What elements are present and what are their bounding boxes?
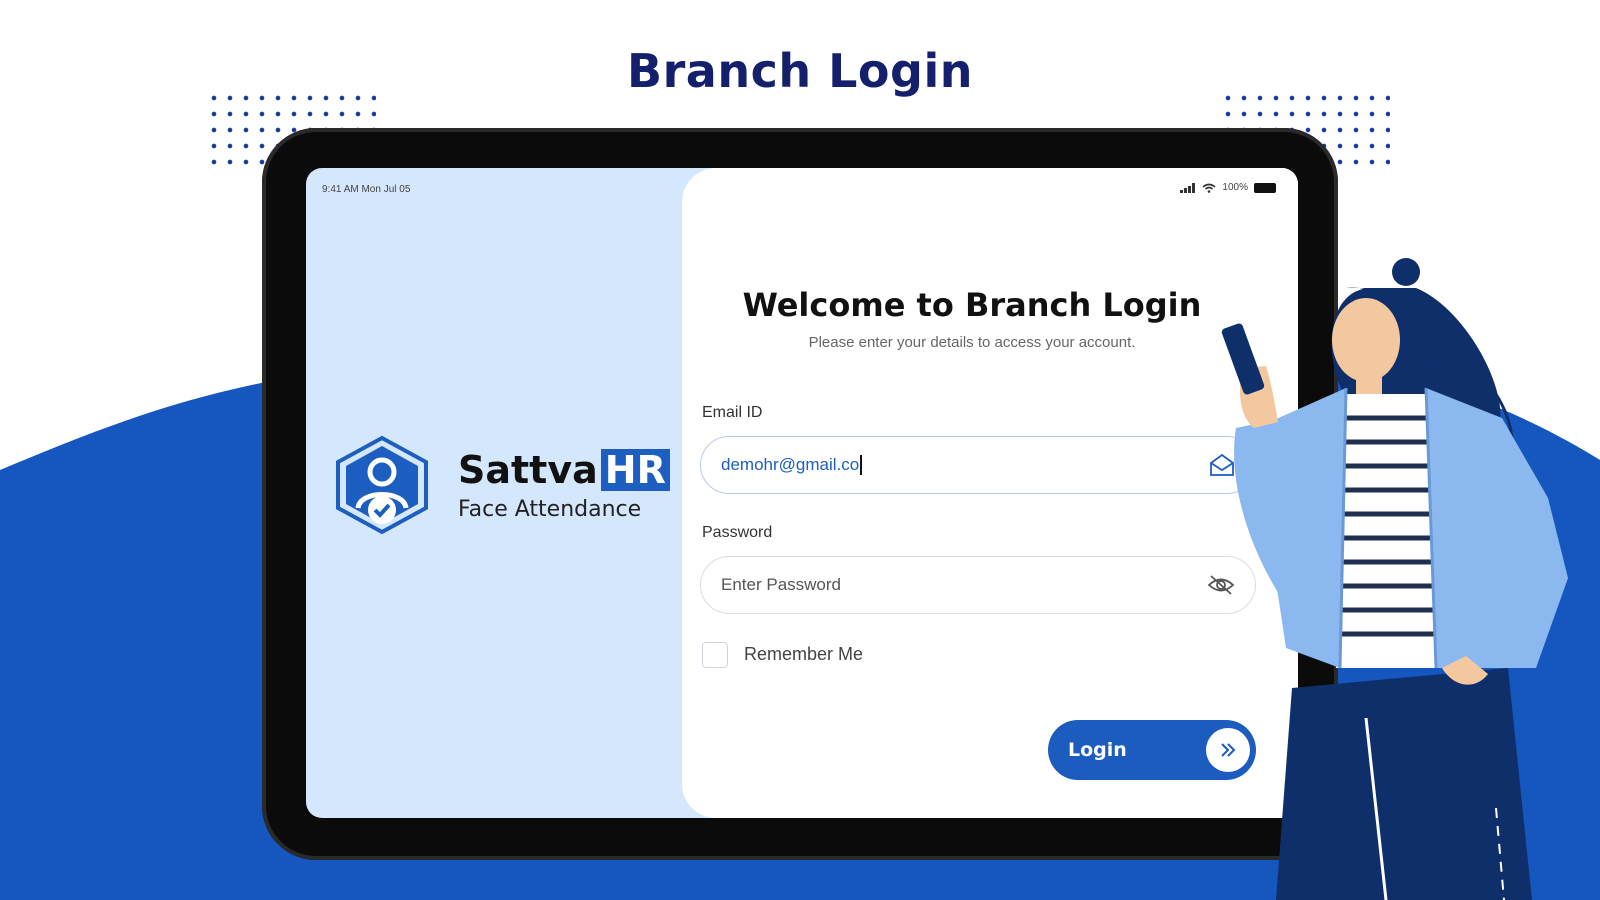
password-placeholder: Enter Password xyxy=(721,575,841,594)
email-label: Email ID xyxy=(702,404,763,421)
login-subtitle: Please enter your details to access your… xyxy=(808,334,1136,351)
cellular-signal-icon xyxy=(1180,182,1196,193)
password-label: Password xyxy=(702,524,773,541)
brand-name: Sattva xyxy=(458,447,598,492)
email-value: demohr@gmail.co xyxy=(721,454,860,474)
face-attendance-logo-icon xyxy=(336,435,428,535)
woman-illustration xyxy=(1221,258,1568,900)
battery-percent: 100% xyxy=(1222,182,1248,193)
brand-suffix: HR xyxy=(600,448,670,491)
password-field[interactable]: Enter Password xyxy=(700,556,1256,614)
app-logo: Sattva HR Face Attendance xyxy=(328,434,670,536)
text-caret xyxy=(860,455,862,476)
wifi-icon xyxy=(1202,183,1216,193)
status-indicators: 100% xyxy=(1180,182,1276,193)
email-field[interactable]: demohr@gmail.co xyxy=(700,436,1256,494)
brand-tagline: Face Attendance xyxy=(458,496,642,522)
remember-me-checkbox[interactable] xyxy=(702,642,728,668)
login-button-label: Login xyxy=(1068,739,1127,761)
status-time-date: 9:41 AM Mon Jul 05 xyxy=(322,184,411,195)
remember-me-label[interactable]: Remember Me xyxy=(744,644,863,665)
battery-icon xyxy=(1254,182,1276,193)
tablet-screen: 9:41 AM Mon Jul 05 Sattva HR Face Attend… xyxy=(306,168,1298,818)
login-heading: Welcome to Branch Login xyxy=(742,286,1202,324)
